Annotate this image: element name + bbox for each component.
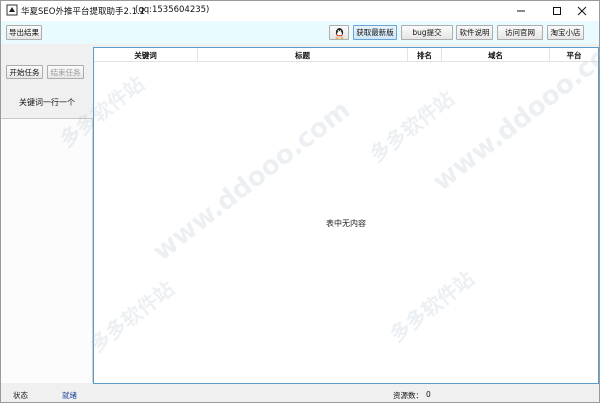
left-panel: 开始任务 结束任务 关键词一行一个 xyxy=(1,45,93,383)
export-button[interactable]: 导出结果 xyxy=(6,25,42,40)
close-icon xyxy=(577,6,587,16)
column-header-platform[interactable]: 平台 xyxy=(550,48,598,62)
toolbar: 导出结果 获取最新版 bug提交 软件说明 访问官网 淘宝小店 xyxy=(1,21,599,44)
resource-count-value: 0 xyxy=(426,390,431,399)
stop-task-button[interactable]: 结束任务 xyxy=(47,65,84,79)
column-header-rank[interactable]: 排名 xyxy=(408,48,442,62)
window-qq: (qq:1535604235) xyxy=(135,5,210,15)
keywords-hint: 关键词一行一个 xyxy=(19,98,75,107)
empty-table-message: 表中无内容 xyxy=(326,219,366,228)
visit-website-button[interactable]: 访问官网 xyxy=(497,25,543,40)
minimize-icon xyxy=(517,10,525,12)
status-bar: 状态 就绪 资源数： 0 xyxy=(1,385,599,402)
qq-penguin-icon xyxy=(334,27,344,39)
get-latest-version-button[interactable]: 获取最新版 xyxy=(353,25,397,40)
start-task-button[interactable]: 开始任务 xyxy=(6,65,43,79)
taobao-shop-button[interactable]: 淘宝小店 xyxy=(547,25,584,40)
app-window: 华夏SEO外推平台提取助手2.1.2 (qq:1535604235) 导出结果 xyxy=(0,0,600,403)
column-header-domain[interactable]: 域名 xyxy=(442,48,550,62)
maximize-icon xyxy=(553,7,561,15)
window-title: 华夏SEO外推平台提取助手2.1.2 xyxy=(21,7,146,17)
bug-submit-button[interactable]: bug提交 xyxy=(401,25,453,40)
software-manual-button[interactable]: 软件说明 xyxy=(456,25,493,40)
table-header: 关键词 标题 排名 域名 平台 xyxy=(94,48,598,62)
column-header-title[interactable]: 标题 xyxy=(198,48,408,62)
status-label: 状态 xyxy=(13,391,28,400)
minimize-button[interactable] xyxy=(503,1,539,21)
app-icon xyxy=(6,4,18,16)
column-header-keyword[interactable]: 关键词 xyxy=(94,48,198,62)
keywords-textarea[interactable] xyxy=(1,120,92,383)
qq-button[interactable] xyxy=(329,25,349,40)
close-button[interactable] xyxy=(564,1,600,21)
left-panel-header: 开始任务 结束任务 关键词一行一个 xyxy=(1,45,93,119)
resource-count-label: 资源数： xyxy=(393,391,423,400)
title-bar: 华夏SEO外推平台提取助手2.1.2 (qq:1535604235) xyxy=(1,1,599,21)
status-value: 就绪 xyxy=(62,391,77,400)
results-table: 关键词 标题 排名 域名 平台 表中无内容 xyxy=(93,47,599,384)
